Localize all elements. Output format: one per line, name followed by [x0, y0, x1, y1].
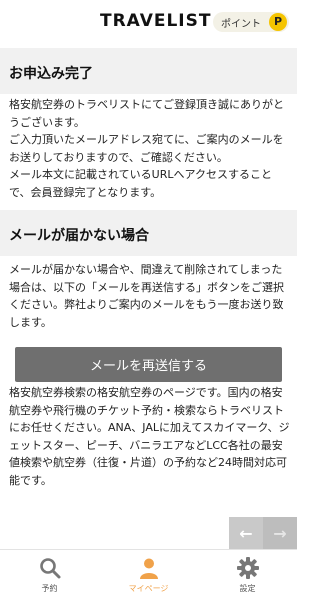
person-icon — [139, 558, 158, 579]
bottom-tab-bar: 予約 マイページ 設定 — [0, 549, 297, 600]
app-header: TRAVELIST ポイント P — [0, 0, 297, 44]
section-not-received-header: メールが届かない場合 — [0, 210, 297, 256]
tab-reservation-label: 予約 — [41, 584, 58, 593]
tab-settings[interactable]: 設定 — [198, 550, 297, 600]
points-button[interactable]: ポイント P — [213, 12, 289, 32]
app-logo[interactable]: TRAVELIST — [100, 11, 211, 31]
tab-mypage-label: マイページ — [128, 584, 169, 593]
not-received-message: メールが届かない場合や、間違えて削除されてしまった場合は、以下の「メールを再送信… — [9, 263, 284, 329]
section-complete-title: お申込み完了 — [9, 66, 93, 82]
points-label: ポイント — [221, 18, 261, 30]
forward-arrow-icon[interactable]: → — [263, 517, 297, 549]
section-not-received-title: メールが届かない場合 — [9, 228, 149, 244]
tab-reservation[interactable]: 予約 — [0, 550, 99, 600]
section-complete-header: お申込み完了 — [0, 48, 297, 94]
points-icon: P — [269, 13, 287, 31]
complete-message: 格安航空券のトラベリストにてご登録頂き誠にありがとうございます。 ご入力頂いたメ… — [9, 98, 284, 199]
back-arrow-icon[interactable]: ← — [229, 517, 263, 549]
gear-icon — [236, 557, 259, 579]
tab-mypage[interactable]: マイページ — [99, 550, 198, 600]
resend-email-button[interactable]: メールを再送信する — [15, 347, 282, 382]
site-description: 格安航空券検索の格安航空券のページです。国内の格安航空券や飛行機のチケット予約・… — [9, 386, 290, 487]
tab-settings-label: 設定 — [239, 584, 256, 593]
page-nav-arrows: ← → — [229, 517, 297, 549]
search-icon — [39, 558, 60, 579]
